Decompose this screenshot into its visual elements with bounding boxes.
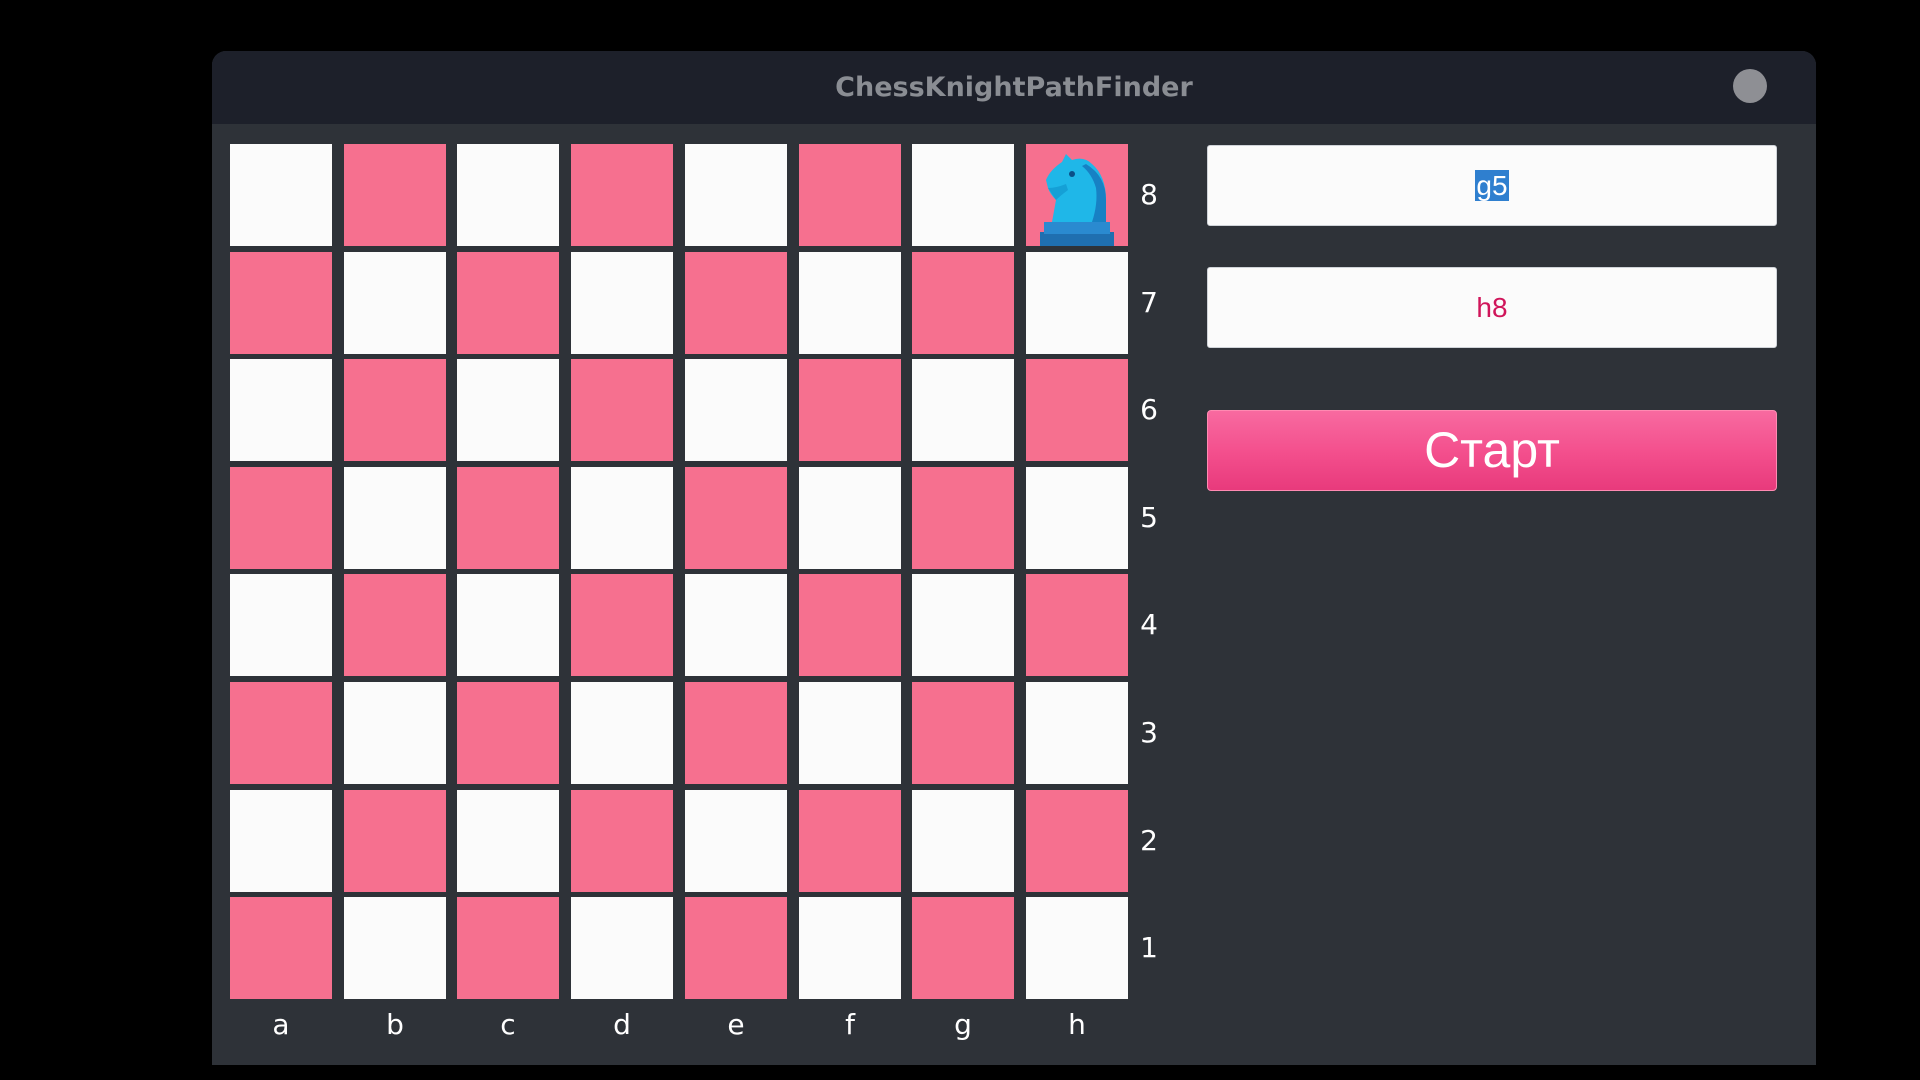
square-d3[interactable] — [571, 682, 673, 784]
square-g6[interactable] — [912, 359, 1014, 461]
square-c5[interactable] — [457, 467, 559, 569]
square-e5[interactable] — [685, 467, 787, 569]
start-button[interactable]: Старт — [1207, 410, 1777, 491]
square-c6[interactable] — [457, 359, 559, 461]
rank-label-8: 8 — [1140, 178, 1158, 211]
rank-label-6: 6 — [1140, 393, 1158, 426]
square-a6[interactable] — [230, 359, 332, 461]
file-label-f: f — [845, 1008, 855, 1041]
square-h3[interactable] — [1026, 682, 1128, 784]
rank-label-3: 3 — [1140, 716, 1158, 749]
square-a3[interactable] — [230, 682, 332, 784]
square-e4[interactable] — [685, 574, 787, 676]
file-label-a: a — [272, 1008, 290, 1041]
window-title: ChessKnightPathFinder — [835, 72, 1193, 103]
square-b1[interactable] — [344, 897, 446, 999]
chess-board: 8 7 6 5 4 3 2 1 a b c d e f g h — [230, 144, 1158, 1041]
square-e3[interactable] — [685, 682, 787, 784]
square-c8[interactable] — [457, 144, 559, 246]
square-b6[interactable] — [344, 359, 446, 461]
square-f6[interactable] — [799, 359, 901, 461]
square-b5[interactable] — [344, 467, 446, 569]
square-b8[interactable] — [344, 144, 446, 246]
square-e1[interactable] — [685, 897, 787, 999]
square-h7[interactable] — [1026, 252, 1128, 354]
file-label-g: g — [954, 1008, 972, 1041]
knight-icon — [1026, 144, 1128, 246]
square-c2[interactable] — [457, 790, 559, 892]
file-label-c: c — [500, 1008, 516, 1041]
square-d8[interactable] — [571, 144, 673, 246]
square-b3[interactable] — [344, 682, 446, 784]
start-square-input[interactable]: g5 — [1207, 145, 1777, 226]
square-h4[interactable] — [1026, 574, 1128, 676]
square-e8[interactable] — [685, 144, 787, 246]
square-f3[interactable] — [799, 682, 901, 784]
square-g3[interactable] — [912, 682, 1014, 784]
square-a4[interactable] — [230, 574, 332, 676]
target-square-value: h8 — [1476, 292, 1508, 323]
app-window: ChessKnightPathFinder 8 7 6 5 4 3 2 1 a b c d e f g h g… — [212, 51, 1816, 1065]
square-c7[interactable] — [457, 252, 559, 354]
rank-label-7: 7 — [1140, 286, 1158, 319]
square-a1[interactable] — [230, 897, 332, 999]
square-b4[interactable] — [344, 574, 446, 676]
square-f7[interactable] — [799, 252, 901, 354]
rank-label-4: 4 — [1140, 608, 1158, 641]
square-g8[interactable] — [912, 144, 1014, 246]
square-c4[interactable] — [457, 574, 559, 676]
start-square-value: g5 — [1475, 170, 1509, 201]
square-h5[interactable] — [1026, 467, 1128, 569]
square-g7[interactable] — [912, 252, 1014, 354]
square-a7[interactable] — [230, 252, 332, 354]
file-label-b: b — [386, 1008, 404, 1041]
square-d6[interactable] — [571, 359, 673, 461]
square-e7[interactable] — [685, 252, 787, 354]
title-bar: ChessKnightPathFinder — [212, 51, 1816, 124]
rank-label-2: 2 — [1140, 824, 1158, 857]
square-d5[interactable] — [571, 467, 673, 569]
square-b2[interactable] — [344, 790, 446, 892]
file-label-d: d — [613, 1008, 631, 1041]
square-h8[interactable] — [1026, 144, 1128, 246]
rank-label-1: 1 — [1140, 931, 1158, 964]
square-f2[interactable] — [799, 790, 901, 892]
square-h2[interactable] — [1026, 790, 1128, 892]
square-f4[interactable] — [799, 574, 901, 676]
square-a2[interactable] — [230, 790, 332, 892]
square-d1[interactable] — [571, 897, 673, 999]
square-c1[interactable] — [457, 897, 559, 999]
square-c3[interactable] — [457, 682, 559, 784]
square-g2[interactable] — [912, 790, 1014, 892]
square-h6[interactable] — [1026, 359, 1128, 461]
square-f1[interactable] — [799, 897, 901, 999]
window-close-button[interactable] — [1733, 69, 1767, 103]
square-f8[interactable] — [799, 144, 901, 246]
square-h1[interactable] — [1026, 897, 1128, 999]
square-g4[interactable] — [912, 574, 1014, 676]
square-a5[interactable] — [230, 467, 332, 569]
square-d2[interactable] — [571, 790, 673, 892]
square-e6[interactable] — [685, 359, 787, 461]
target-square-input[interactable]: h8 — [1207, 267, 1777, 348]
square-e2[interactable] — [685, 790, 787, 892]
square-a8[interactable] — [230, 144, 332, 246]
file-label-e: e — [727, 1008, 745, 1041]
square-d4[interactable] — [571, 574, 673, 676]
file-label-h: h — [1068, 1008, 1086, 1041]
rank-label-5: 5 — [1140, 501, 1158, 534]
square-f5[interactable] — [799, 467, 901, 569]
square-g1[interactable] — [912, 897, 1014, 999]
square-d7[interactable] — [571, 252, 673, 354]
square-g5[interactable] — [912, 467, 1014, 569]
square-b7[interactable] — [344, 252, 446, 354]
